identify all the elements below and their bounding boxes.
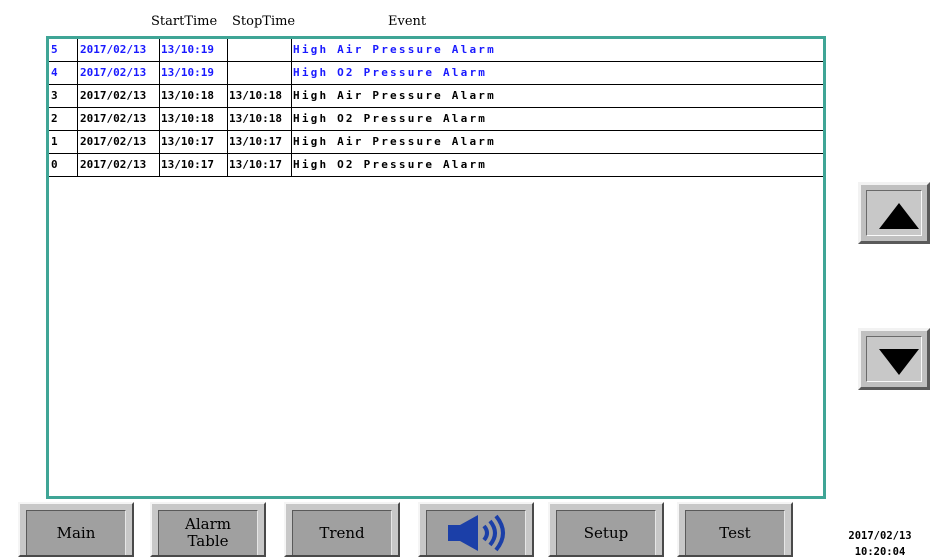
column-divider <box>291 154 292 176</box>
alarm-event: High Air Pressure Alarm <box>293 89 496 102</box>
table-row[interactable]: 0 2017/02/13 13/10:17 13/10:17 High O2 Press… <box>49 154 823 177</box>
current-date: 2017/02/13 <box>848 530 912 542</box>
column-divider <box>77 108 78 130</box>
column-divider <box>77 154 78 176</box>
column-divider <box>291 108 292 130</box>
column-divider <box>77 85 78 107</box>
alarm-date: 2017/02/13 <box>80 135 147 148</box>
test-button-label: Test <box>685 510 785 555</box>
column-divider <box>159 39 160 61</box>
alarm-event: High O2 Pressure Alarm <box>293 66 488 79</box>
setup-button-label: Setup <box>556 510 656 555</box>
current-time: 10:20:04 <box>854 546 906 558</box>
alarm-start-time: 13/10:17 <box>161 135 214 148</box>
column-divider <box>77 39 78 61</box>
column-divider <box>227 108 228 130</box>
table-row[interactable]: 1 2017/02/13 13/10:17 13/10:17 High Air Pres… <box>49 131 823 154</box>
column-divider <box>77 131 78 153</box>
column-divider <box>291 39 292 61</box>
column-divider <box>227 131 228 153</box>
header-start-time: StartTime <box>151 14 218 29</box>
main-button-label: Main <box>26 510 126 555</box>
alarm-start-time: 13/10:18 <box>161 89 214 102</box>
column-divider <box>227 154 228 176</box>
column-divider <box>159 62 160 84</box>
alarm-start-time: 13/10:18 <box>161 112 214 125</box>
alarm-event: High Air Pressure Alarm <box>293 135 496 148</box>
alarm-date: 2017/02/13 <box>80 43 147 56</box>
header-stop-time: StopTime <box>232 14 296 29</box>
column-divider <box>159 85 160 107</box>
alarm-table-button[interactable]: Alarm Table <box>150 502 266 557</box>
column-divider <box>291 62 292 84</box>
arrow-down-icon <box>879 349 919 375</box>
table-row[interactable]: 3 2017/02/13 13/10:18 13/10:18 High Air Pres… <box>49 85 823 108</box>
trend-button[interactable]: Trend <box>284 502 400 557</box>
alarm-id: 4 <box>51 66 58 79</box>
arrow-up-icon <box>879 203 919 229</box>
datetime-display: 2017/02/13 10:20:04 <box>832 528 928 560</box>
column-divider <box>227 62 228 84</box>
column-divider <box>77 62 78 84</box>
trend-button-label: Trend <box>292 510 392 555</box>
alarm-table-label-line1: Alarm <box>185 515 231 533</box>
alarm-id: 0 <box>51 158 58 171</box>
alarm-stop-time: 13/10:17 <box>229 158 282 171</box>
alarm-date: 2017/02/13 <box>80 66 147 79</box>
alarm-start-time: 13/10:19 <box>161 43 214 56</box>
test-button[interactable]: Test <box>677 502 793 557</box>
scroll-up-button[interactable] <box>858 182 930 244</box>
column-divider <box>159 108 160 130</box>
alarm-id: 2 <box>51 112 58 125</box>
table-row[interactable]: 2 2017/02/13 13/10:18 13/10:18 High O2 Press… <box>49 108 823 131</box>
alarm-table[interactable]: 5 2017/02/13 13/10:19 High Air Pressure Ala… <box>46 36 826 499</box>
column-divider <box>291 85 292 107</box>
column-divider <box>159 131 160 153</box>
table-row[interactable]: 5 2017/02/13 13/10:19 High Air Pressure Ala… <box>49 39 823 62</box>
alarm-date: 2017/02/13 <box>80 112 147 125</box>
alarm-id: 3 <box>51 89 58 102</box>
column-divider <box>227 85 228 107</box>
speaker-icon <box>448 514 505 552</box>
alarm-event: High O2 Pressure Alarm <box>293 158 488 171</box>
column-divider <box>159 154 160 176</box>
alarm-stop-time: 13/10:18 <box>229 112 282 125</box>
main-button[interactable]: Main <box>18 502 134 557</box>
column-divider <box>227 39 228 61</box>
alarm-start-time: 13/10:19 <box>161 66 214 79</box>
header-event: Event <box>388 14 427 29</box>
alarm-event: High Air Pressure Alarm <box>293 43 496 56</box>
column-divider <box>291 131 292 153</box>
alarm-stop-time: 13/10:17 <box>229 135 282 148</box>
sound-button[interactable] <box>418 502 534 557</box>
alarm-start-time: 13/10:17 <box>161 158 214 171</box>
alarm-id: 1 <box>51 135 58 148</box>
table-row[interactable]: 4 2017/02/13 13/10:19 High O2 Pressure Alar… <box>49 62 823 85</box>
alarm-table-label-line2: Table <box>187 532 229 550</box>
alarm-id: 5 <box>51 43 58 56</box>
setup-button[interactable]: Setup <box>548 502 664 557</box>
scroll-down-button[interactable] <box>858 328 930 390</box>
alarm-stop-time: 13/10:18 <box>229 89 282 102</box>
alarm-event: High O2 Pressure Alarm <box>293 112 488 125</box>
alarm-date: 2017/02/13 <box>80 89 147 102</box>
alarm-date: 2017/02/13 <box>80 158 147 171</box>
